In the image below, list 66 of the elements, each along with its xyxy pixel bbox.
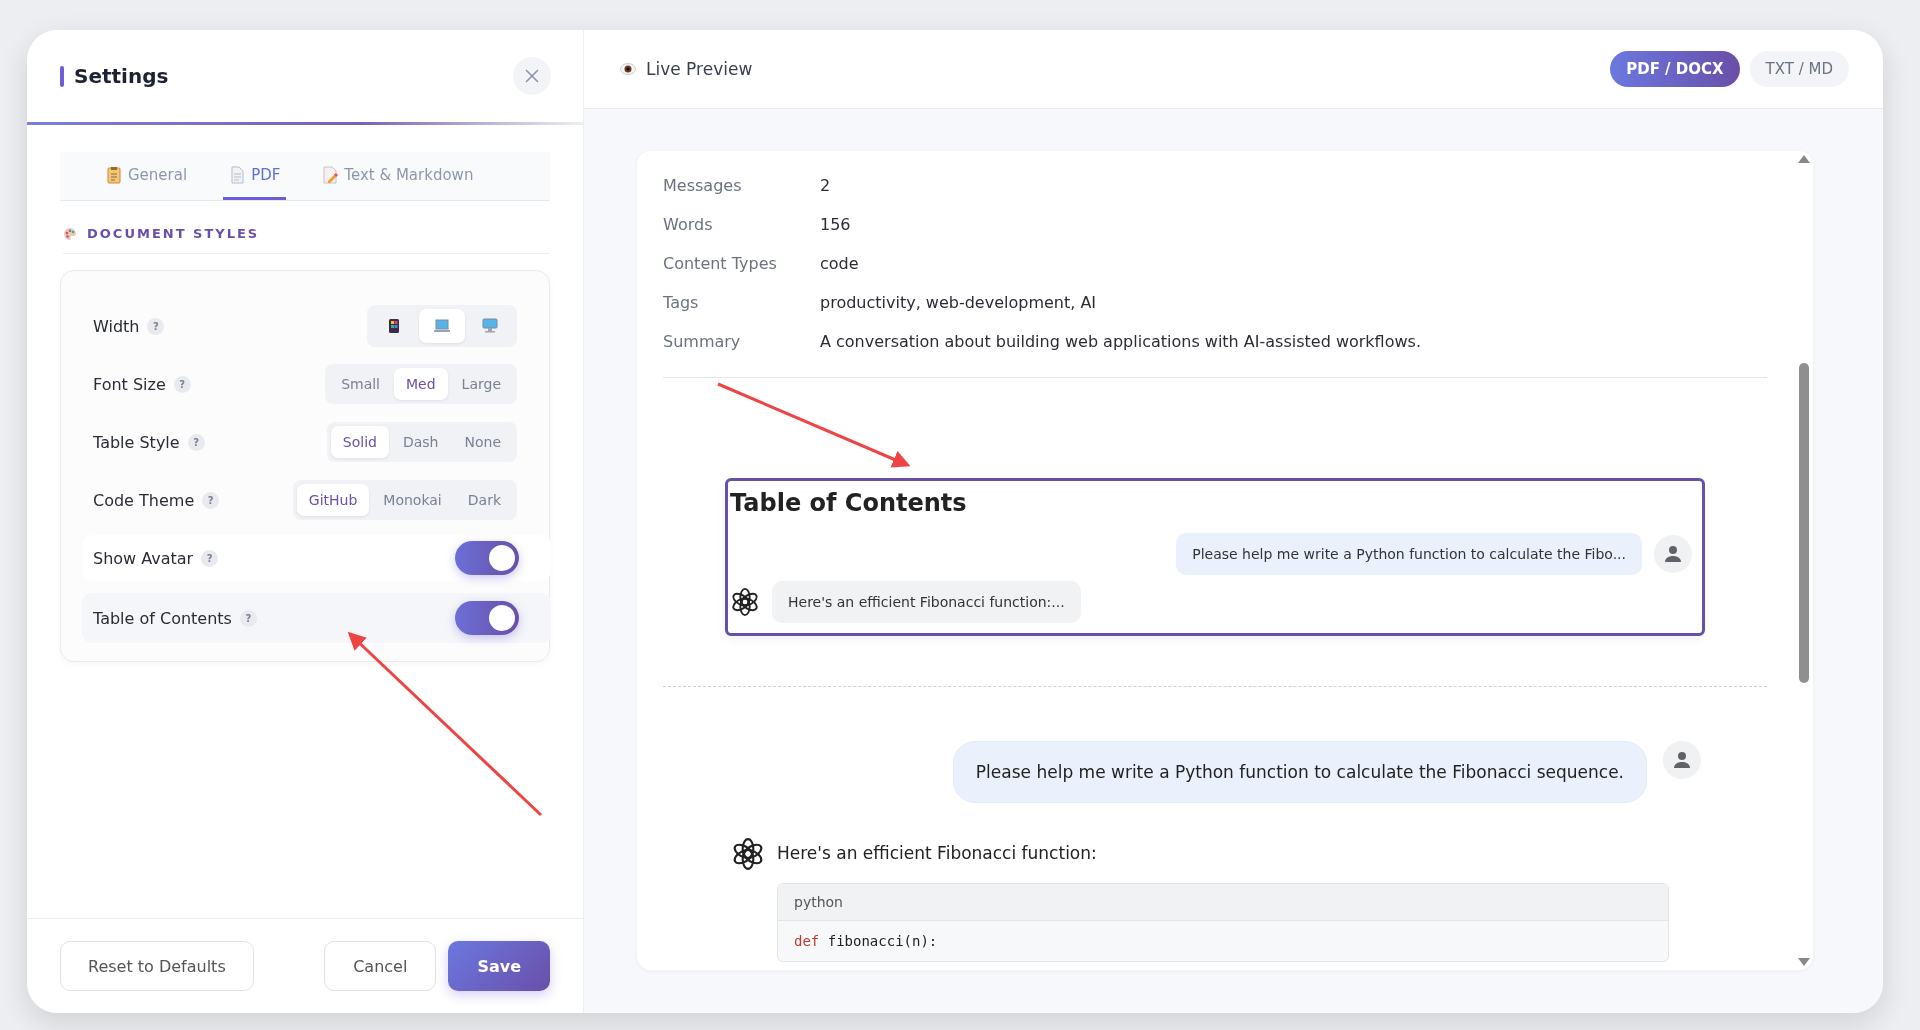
option-label: Font Size (93, 374, 166, 394)
toc-entry[interactable]: Please help me write a Python function to calculate the Fibo... (1176, 533, 1642, 575)
cancel-button[interactable]: Cancel (324, 941, 437, 991)
toggle-switch[interactable] (455, 541, 519, 575)
code-language: python (778, 884, 1668, 921)
toggle-switch[interactable] (455, 601, 519, 635)
message-text: Here's an efficient Fibonacci function: (777, 843, 1098, 863)
segment-option[interactable]: Med (394, 368, 448, 400)
metadata-label: Words (663, 214, 714, 236)
metadata-label: Tags (663, 292, 700, 314)
document-icon (229, 165, 246, 184)
format-tab[interactable]: TXT / MD (1749, 51, 1849, 87)
preview-title: Live Preview (646, 59, 753, 79)
toc-entry[interactable]: Here's an efficient Fibonacci function:... (772, 581, 1081, 623)
section-heading: DOCUMENT STYLES (87, 226, 260, 241)
help-badge[interactable]: ? (202, 491, 220, 509)
help-badge[interactable]: ? (173, 375, 191, 393)
metadata-value: code (820, 253, 860, 275)
metadata-value: A conversation about building web applications with AI-assisted workflows. (820, 331, 1422, 353)
help-badge[interactable]: ? (201, 549, 219, 567)
metadata-label: Summary (663, 331, 742, 353)
option-label: Code Theme (93, 490, 195, 510)
knot-logo-icon (731, 837, 765, 871)
save-button[interactable]: Save (448, 941, 550, 991)
code-line: def fibonacci(n): (794, 933, 939, 949)
clipboard-icon (106, 165, 122, 184)
help-badge[interactable]: ? (187, 433, 205, 451)
pencil-document-icon (322, 165, 339, 184)
segment-option[interactable]: GitHub (296, 484, 370, 516)
close-button[interactable] (513, 57, 551, 95)
phone-icon (386, 318, 402, 334)
metadata-label: Messages (663, 175, 743, 197)
monitor-icon (482, 318, 498, 334)
eye-icon (620, 63, 636, 75)
message-bubble: Please help me write a Python function to calculate the Fibonacci sequence. (952, 741, 1647, 803)
metadata-value: 2 (820, 175, 832, 197)
person-icon (1664, 545, 1682, 563)
person-icon (1673, 751, 1691, 769)
metadata-value: 156 (820, 214, 852, 236)
segment-option[interactable]: Dark (455, 484, 513, 516)
tab[interactable]: Text & Markdown (316, 152, 480, 200)
palette-icon (63, 226, 77, 241)
option-label: Table of Contents (93, 608, 232, 628)
segment-option[interactable]: Small (329, 368, 392, 400)
format-tab[interactable]: PDF / DOCX (1610, 51, 1740, 87)
segment-option[interactable]: Solid (330, 426, 389, 458)
option-label: Table Style (93, 432, 180, 452)
help-badge[interactable]: ? (239, 609, 257, 627)
laptop-icon (434, 318, 450, 334)
segment-option[interactable]: Large (449, 368, 513, 400)
tab[interactable]: General (100, 152, 194, 200)
panel-title: Settings (74, 64, 169, 88)
metadata-value: productivity, web-development, AI (820, 292, 1098, 314)
tab[interactable]: PDF (223, 152, 287, 200)
segment-option[interactable]: Dash (390, 426, 451, 458)
option-label: Show Avatar (93, 548, 194, 568)
option-label: Width (93, 316, 140, 336)
help-badge[interactable]: ? (147, 317, 165, 335)
segment-option[interactable]: Monokai (371, 484, 454, 516)
close-icon (525, 69, 539, 83)
knot-logo-icon (730, 587, 760, 617)
segment-option[interactable]: None (452, 426, 513, 458)
reset-button[interactable]: Reset to Defaults (60, 941, 254, 991)
accent-bar (60, 65, 64, 87)
toc-heading: Table of Contents (729, 489, 968, 517)
metadata-label: Content Types (663, 253, 778, 275)
